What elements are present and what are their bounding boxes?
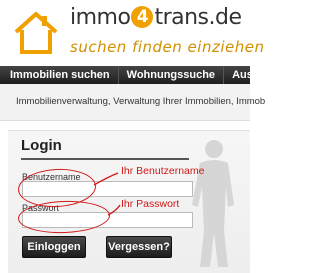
username-annotation-text: Ihr Benutzername <box>121 165 205 177</box>
person-silhouette-icon <box>192 140 234 267</box>
login-title: Login <box>21 137 62 154</box>
logo-slogan: suchen finden einziehen <box>70 38 265 56</box>
logo-name-left: immo <box>70 5 131 30</box>
login-button[interactable]: Einloggen <box>22 236 86 258</box>
nav-item-auslandsimmobilien[interactable]: Auslandsi <box>224 66 250 84</box>
tagline-text: Immobilienverwaltung, Verwaltung Ihrer I… <box>16 96 266 107</box>
logo-name-right: trans.de <box>154 5 242 30</box>
nav-item-wohnungssuche[interactable]: Wohnungssuche <box>118 66 225 84</box>
password-annotation-text: Ihr Passwort <box>121 198 180 210</box>
logo-wordmark[interactable]: immo 4 trans.de <box>70 5 242 30</box>
nav-item-immobilien-suchen[interactable]: Immobilien suchen <box>0 66 119 84</box>
site-header: immo 4 trans.de suchen finden einziehen <box>0 0 264 66</box>
login-panel: Login Benutzername Passwort Ihr Benutzer… <box>8 130 250 273</box>
forgot-password-button[interactable]: Vergessen? <box>106 236 172 258</box>
house-icon[interactable] <box>12 8 60 56</box>
tagline-bar: Immobilienverwaltung, Verwaltung Ihrer I… <box>0 84 265 121</box>
login-divider <box>21 158 189 160</box>
main-nav: Immobilien suchen Wohnungssuche Auslands… <box>0 66 250 84</box>
logo-circle-4: 4 <box>131 6 154 28</box>
